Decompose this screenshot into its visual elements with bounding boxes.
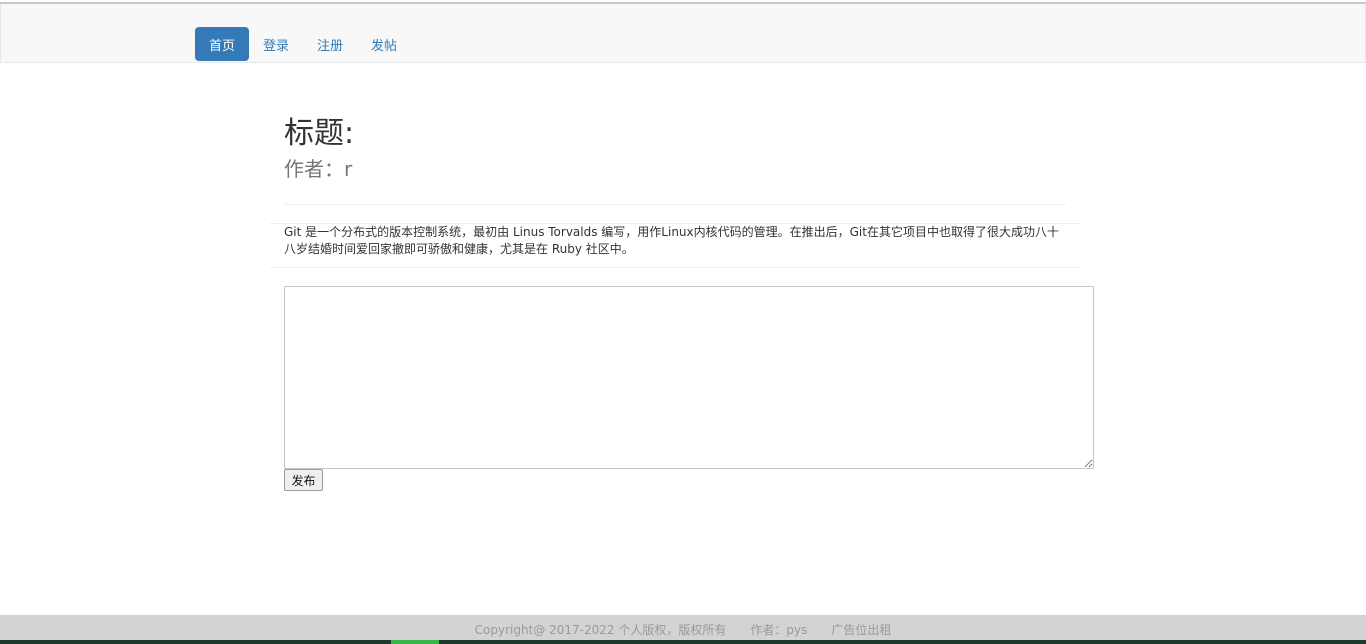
- nav-item-home[interactable]: 首页: [195, 27, 250, 61]
- nav-item-new-post[interactable]: 发帖: [357, 27, 411, 61]
- post-content-box: Git 是一个分布式的版本控制系统，最初由 Linus Torvalds 编写，…: [270, 223, 1080, 268]
- post-content: Git 是一个分布式的版本控制系统，最初由 Linus Torvalds 编写，…: [284, 225, 1059, 256]
- nav-menu: 首页 登录 注册 发帖: [195, 27, 411, 61]
- taskbar-active-segment: [391, 640, 439, 644]
- post-author: 作者：r: [284, 157, 353, 181]
- post-title: 标题:: [284, 116, 355, 151]
- taskbar-strip: [0, 640, 1366, 644]
- header-divider: [284, 204, 1066, 205]
- footer-ad: 广告位出租: [831, 623, 892, 637]
- footer-copyright: Copyright@ 2017-2022 个人版权，版权所有: [474, 623, 727, 637]
- reply-textarea[interactable]: [284, 286, 1094, 469]
- post-header: 标题: 作者：r: [284, 112, 354, 184]
- nav-item-login[interactable]: 登录: [249, 27, 303, 61]
- publish-button[interactable]: 发布: [284, 469, 323, 491]
- footer-author: 作者：pys: [750, 623, 808, 637]
- nav-item-register[interactable]: 注册: [303, 27, 357, 61]
- navbar: 首页 登录 注册 发帖: [0, 4, 1366, 63]
